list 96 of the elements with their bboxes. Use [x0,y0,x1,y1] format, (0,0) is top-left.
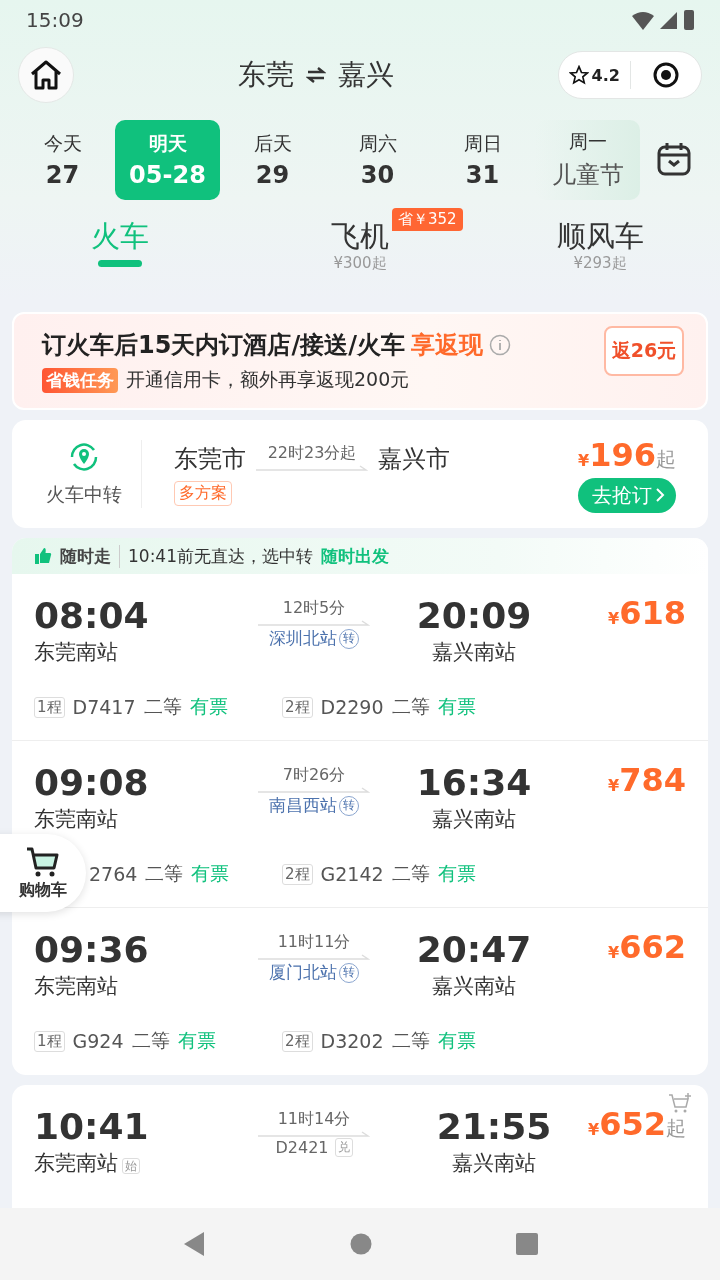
chevron-right-icon [654,486,666,504]
arrival-station: 嘉兴南站 [452,1150,536,1177]
train-number: D7417 [72,696,136,718]
back-button[interactable] [182,1231,206,1257]
seat-class: 二等 [391,1028,430,1053]
seat-class: 二等 [145,861,184,886]
ticket-status: 有票 [437,1028,476,1053]
tab-indicator [98,260,142,267]
swap-icon[interactable] [306,66,326,84]
wifi-icon [632,10,654,30]
arrival-station: 嘉兴南站 [432,639,516,666]
plan-tag: 多方案 [174,480,232,506]
duration-text: 11时11分 [277,932,351,953]
arrival-time: 21:55 [436,1105,552,1149]
transfer-label: 火车中转 [45,482,122,507]
arrival-station: 嘉兴南站 [432,973,516,1000]
price: ¥662 [608,928,686,968]
list-note: 10:41前无直达，选中转 [128,544,313,568]
date-tab[interactable]: 今天 27 [10,120,115,200]
destination-city: 嘉兴 [338,57,394,93]
leg-tag: 1程 [34,696,65,718]
signal-icon [660,11,678,29]
home-button[interactable] [18,47,74,103]
seat-class: 二等 [391,694,430,719]
ticket-status: 有票 [191,861,230,886]
star-icon [568,65,589,85]
train-number: D2421 [275,1138,329,1157]
home-icon [29,59,63,91]
train-number: G924 [72,1030,124,1052]
duration-text: 22时23分起 [267,442,357,464]
promo-text: 开通信用卡，额外再享返现200元 [126,367,410,392]
departure-time: 08:04 [34,594,149,638]
price: ¥652起 [588,1105,686,1145]
battery-icon [684,10,694,30]
list-highlight: 随时出发 [321,544,389,568]
transfer-station: 南昌西站 [269,794,337,817]
info-icon[interactable] [488,334,511,356]
price: ¥784 [608,761,686,801]
ticket-status: 有票 [189,694,228,719]
status-time: 15:09 [26,8,84,32]
train-number: 2764 [89,863,138,885]
train-number: D3202 [320,1030,384,1052]
arrival-time: 20:09 [416,594,532,638]
train-number: G2142 [320,863,384,885]
departure-station: 东莞南站 [34,806,118,833]
transfer-station: 深圳北站 [269,627,337,650]
cart-icon [25,845,61,878]
leg-tag: 2程 [282,1030,313,1052]
promo-banner[interactable]: 订火车后15天内订酒店/接送/火车 享返现 省钱任务 开通信用卡，额外再享返现200元 返26元 [12,312,708,410]
departure-time: 10:41 [34,1105,149,1149]
home-nav-button[interactable] [350,1233,372,1255]
date-tab[interactable]: 后天 29 [220,120,325,200]
seat-class: 二等 [391,861,430,886]
date-tab[interactable]: 周六 30 [325,120,430,200]
duration-text: 12时5分 [282,598,346,619]
cart-button[interactable]: 购物车 [0,834,86,912]
departure-time: 09:36 [34,928,149,972]
reward-badge: 返26元 [604,326,684,376]
target-icon [651,61,680,89]
promo-tag: 省钱任务 [42,367,118,393]
departure-station: 东莞南站 [34,973,118,1000]
savings-badge: 省￥352 [392,208,463,231]
departure-station: 东莞南站 [34,639,118,666]
origin-city: 东莞 [238,57,294,93]
transfer-station: 厦门北站 [269,961,337,984]
origin-tag: 始 [122,1158,140,1174]
destination-city: 嘉兴市 [378,443,450,475]
ticket-status: 有票 [177,1028,216,1053]
list-badge: 随时走 [60,544,120,568]
price: ¥196起 [578,435,676,474]
arrival-station: 嘉兴南站 [432,806,516,833]
duration-text: 7时26分 [282,765,346,786]
thumbs-up-icon [34,547,52,565]
ticket-status: 有票 [437,861,476,886]
trip-card[interactable]: 10:41 东莞南站 始 11时14分 D2421 兑 21:55 嘉兴南站 ¥652起 [12,1085,708,1208]
departure-time: 09:08 [34,761,149,805]
leg-tag: 2程 [282,696,313,718]
train-number: D2290 [320,696,384,718]
promo-title: 订火车后15天内订酒店/接送/火车 [42,330,405,361]
leg-tag: 1程 [34,1030,65,1052]
transport-tab[interactable]: 顺风车 ¥293起 [480,218,720,292]
cart-add-icon[interactable] [668,1093,692,1115]
arrival-time: 20:47 [416,928,532,972]
seat-class: 二等 [131,1028,170,1053]
ticket-status: 有票 [437,694,476,719]
arrival-time: 16:34 [416,761,532,805]
date-tab[interactable]: 周日 31 [430,120,535,200]
price: ¥618 [608,594,686,634]
promo-highlight: 享返现 [410,330,483,361]
leg-tag: 2程 [282,863,313,885]
departure-station: 东莞南站 始 [34,1149,140,1177]
origin-city: 东莞市 [174,443,246,475]
duration-text: 11时14分 [277,1109,351,1130]
seat-class: 二等 [143,694,182,719]
rating-button[interactable]: 4.2 [559,52,630,98]
exchange-tag: 兑 [334,1138,353,1157]
